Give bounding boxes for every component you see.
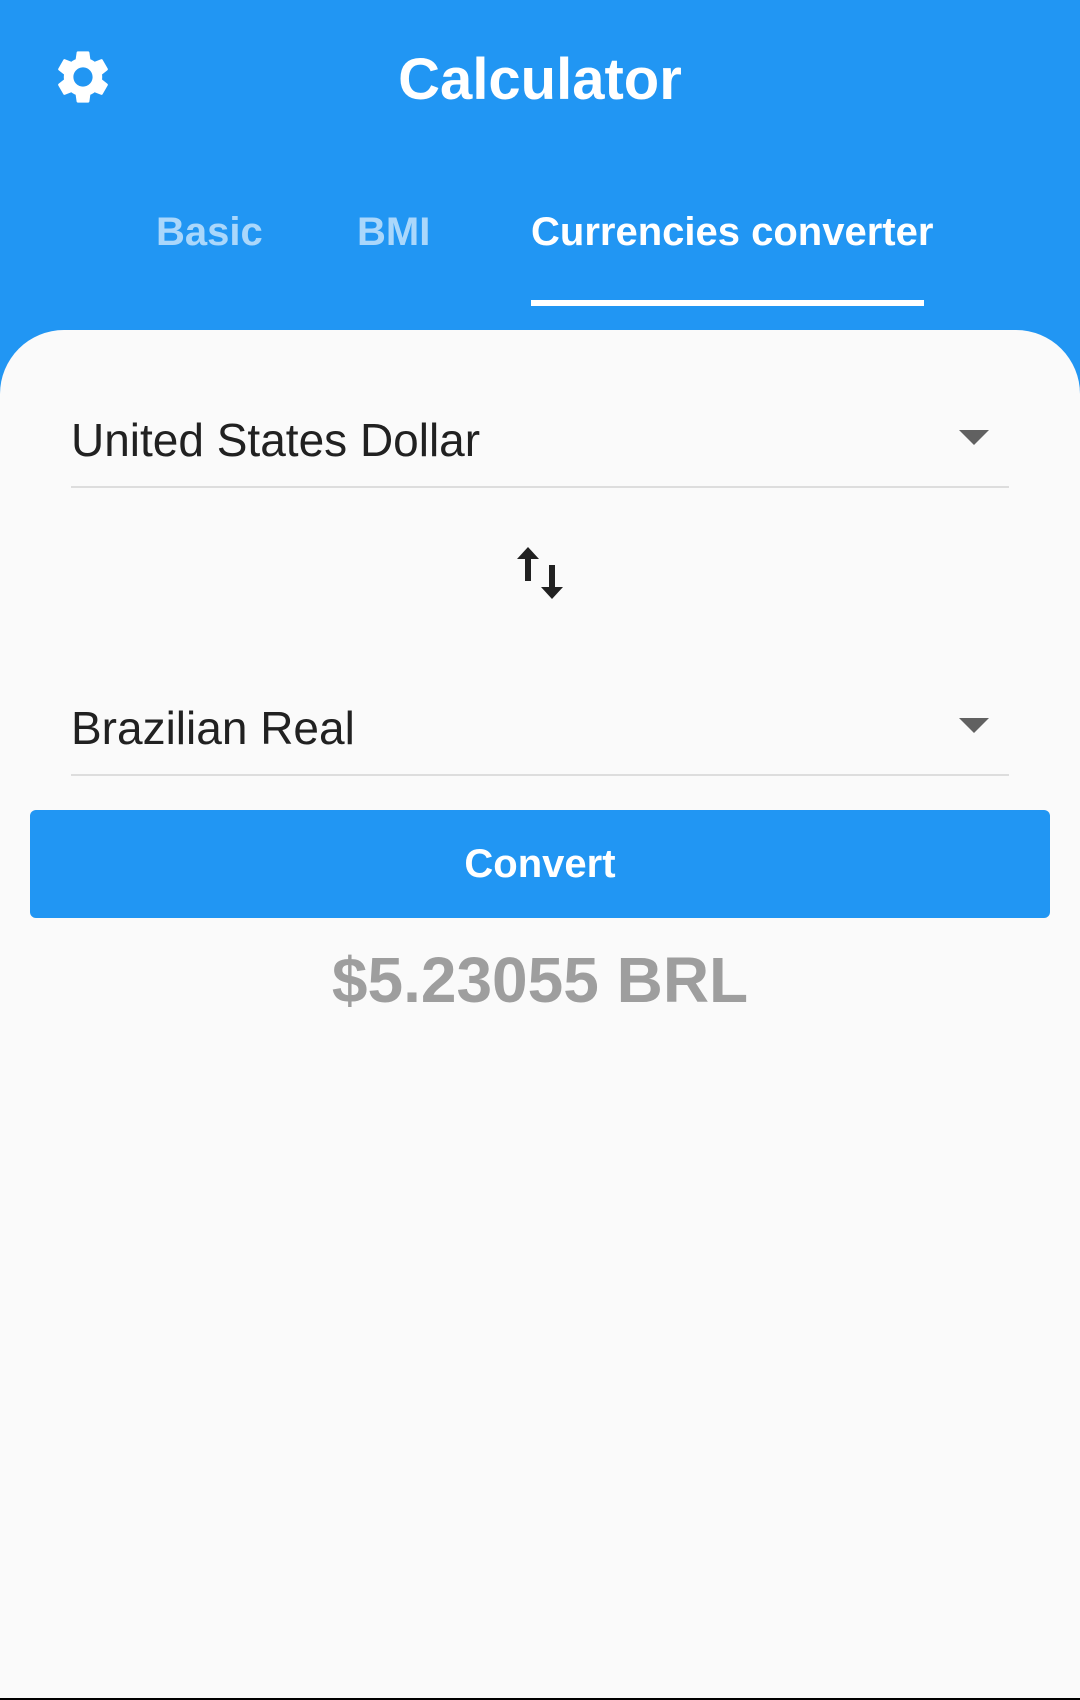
tab-bar: Basic BMI Currencies converter (0, 200, 1080, 310)
tab-basic[interactable]: Basic (156, 200, 263, 306)
app-bar: Calculator Basic BMI Currencies converte… (0, 0, 1080, 330)
tab-bmi[interactable]: BMI (357, 200, 430, 306)
converter-panel: United States Dollar Brazilian Real Conv… (0, 330, 1080, 1700)
conversion-result: $5.23055 BRL (331, 944, 749, 1016)
page-title: Calculator (398, 47, 682, 112)
to-currency-value: Brazilian Real (71, 702, 355, 754)
to-currency-dropdown[interactable]: Brazilian Real (71, 684, 1009, 776)
app-root: Calculator Basic BMI Currencies converte… (0, 0, 1080, 1700)
convert-button[interactable]: Convert (30, 810, 1050, 918)
tab-currencies-converter[interactable]: Currencies converter (531, 200, 933, 306)
active-tab-indicator (531, 300, 924, 306)
from-currency-value: United States Dollar (71, 414, 481, 466)
dropdown-arrow-icon (959, 430, 989, 445)
dropdown-arrow-icon (959, 718, 989, 733)
from-currency-dropdown[interactable]: United States Dollar (71, 396, 1009, 488)
swap-vertical-icon (512, 543, 568, 608)
swap-currencies-button[interactable] (510, 540, 570, 610)
